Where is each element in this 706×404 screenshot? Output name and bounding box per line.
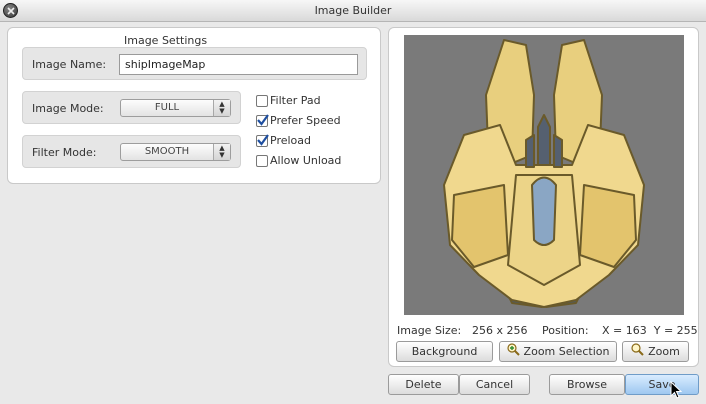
magnifier-icon xyxy=(631,342,644,362)
filter-mode-group: Filter Mode: SMOOTH ▲ ▼ xyxy=(22,135,241,168)
title-bar: Image Builder xyxy=(0,0,706,22)
image-name-input[interactable]: shipImageMap xyxy=(119,54,358,75)
filter-pad-option[interactable]: Filter Pad xyxy=(256,94,366,108)
image-name-label: Image Name: xyxy=(32,58,107,71)
prefer-speed-option[interactable]: Prefer Speed xyxy=(256,114,366,128)
image-mode-select[interactable]: FULL ▲ ▼ xyxy=(120,99,231,117)
filter-pad-label: Filter Pad xyxy=(270,94,321,107)
image-settings-panel: Image Settings Image Name: shipImageMap … xyxy=(7,27,381,184)
zoom-label: Zoom xyxy=(648,345,680,358)
window-title: Image Builder xyxy=(314,4,392,17)
image-preview[interactable] xyxy=(404,35,684,315)
image-size-value: 256 x 256 xyxy=(472,324,528,337)
filter-mode-label: Filter Mode: xyxy=(32,146,97,159)
position-value: X = 163 Y = 255 xyxy=(602,324,698,337)
select-arrows-icon: ▲ ▼ xyxy=(213,144,230,160)
prefer-speed-label: Prefer Speed xyxy=(270,114,341,127)
filter-mode-select[interactable]: SMOOTH ▲ ▼ xyxy=(120,143,231,161)
allow-unload-checkbox[interactable] xyxy=(256,155,268,167)
zoom-button[interactable]: Zoom xyxy=(622,341,689,362)
allow-unload-option[interactable]: Allow Unload xyxy=(256,154,366,168)
ship-image xyxy=(443,39,645,308)
position-label: Position: xyxy=(542,324,589,337)
cancel-button[interactable]: Cancel xyxy=(459,374,530,395)
image-mode-value: FULL xyxy=(154,102,180,113)
zoom-selection-label: Zoom Selection xyxy=(523,345,610,358)
image-size-label: Image Size: xyxy=(397,324,462,337)
background-button[interactable]: Background xyxy=(396,341,493,362)
zoom-selection-button[interactable]: Zoom Selection xyxy=(499,341,617,362)
select-arrows-icon: ▲ ▼ xyxy=(213,100,230,116)
zoom-in-icon xyxy=(506,342,520,362)
preload-option[interactable]: Preload xyxy=(256,134,366,148)
delete-button[interactable]: Delete xyxy=(388,374,459,395)
preload-label: Preload xyxy=(270,134,311,147)
prefer-speed-checkbox[interactable] xyxy=(256,114,269,127)
image-mode-group: Image Mode: FULL ▲ ▼ xyxy=(22,91,241,124)
mouse-cursor-icon xyxy=(670,380,683,402)
save-button[interactable]: Save xyxy=(625,374,699,395)
filter-pad-checkbox[interactable] xyxy=(256,95,268,107)
preload-checkbox[interactable] xyxy=(256,134,269,147)
image-name-group: Image Name: shipImageMap xyxy=(22,47,367,80)
browse-button[interactable]: Browse xyxy=(549,374,625,395)
allow-unload-label: Allow Unload xyxy=(270,154,342,167)
image-mode-label: Image Mode: xyxy=(32,102,104,115)
settings-heading: Image Settings xyxy=(124,34,208,47)
filter-mode-value: SMOOTH xyxy=(144,146,190,157)
